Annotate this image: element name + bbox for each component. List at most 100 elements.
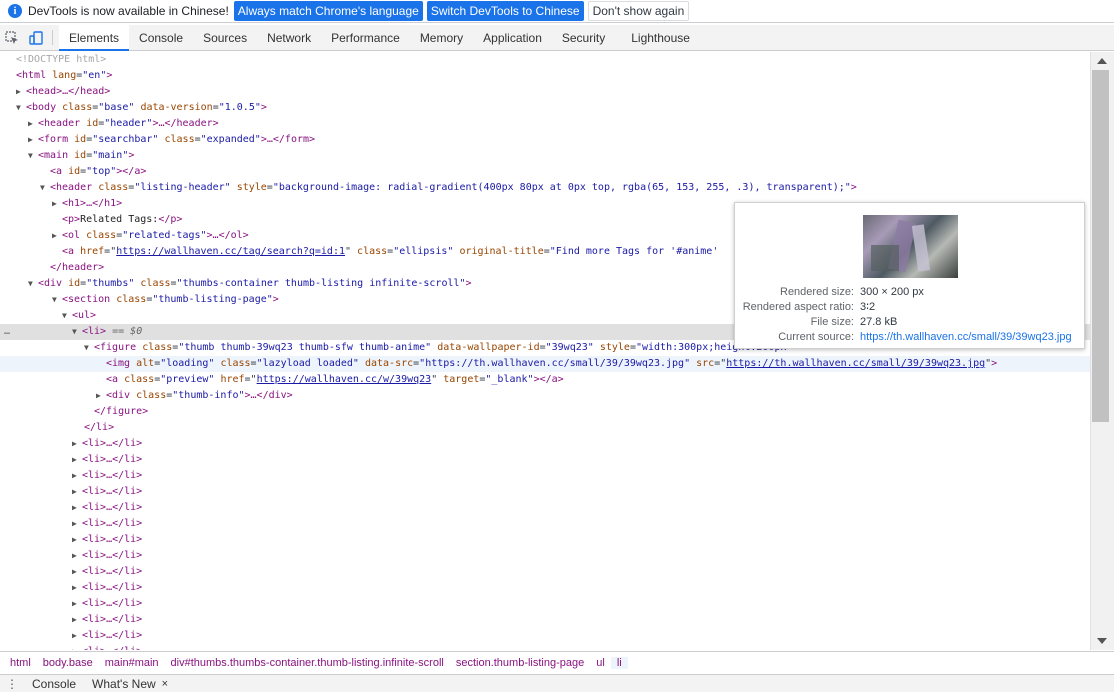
collapse-arrow-icon[interactable]: ▼ — [40, 180, 50, 196]
expand-arrow-icon[interactable]: ▶ — [72, 628, 82, 644]
tree-line-li-collapsed[interactable]: ▶<li>…</li> — [0, 436, 1090, 452]
tree-line-li-collapsed[interactable]: ▶<li>…</li> — [0, 644, 1090, 650]
switch-to-chinese-button[interactable]: Switch DevTools to Chinese — [426, 1, 584, 21]
tree-line-li-collapsed[interactable]: ▶<li>…</li> — [0, 484, 1090, 500]
tree-line-li-collapsed[interactable]: ▶<li>…</li> — [0, 500, 1090, 516]
scroll-down-arrow-icon[interactable] — [1097, 638, 1107, 644]
current-source-link[interactable]: https://th.wallhaven.cc/small/39/39wq23.… — [860, 330, 1072, 345]
tag-collapsed: <li>…</li> — [82, 502, 143, 513]
tree-line-li-collapsed[interactable]: ▶<li>…</li> — [0, 612, 1090, 628]
collapse-arrow-icon[interactable]: ▼ — [28, 148, 38, 164]
tab-elements[interactable]: Elements — [59, 25, 130, 51]
collapse-arrow-icon[interactable]: ▼ — [52, 292, 62, 308]
breadcrumb-item[interactable]: div#thumbs.thumbs-container.thumb-listin… — [165, 657, 450, 669]
more-options-icon[interactable]: … — [4, 324, 10, 340]
always-match-language-button[interactable]: Always match Chrome's language — [233, 1, 423, 21]
dont-show-again-button[interactable]: Don't show again — [587, 1, 690, 21]
breadcrumb-item[interactable]: body.base — [37, 657, 99, 669]
expand-arrow-icon[interactable]: ▶ — [72, 516, 82, 532]
attr-value: "main" — [92, 150, 129, 161]
tree-line-figure-close[interactable]: </figure> — [0, 404, 1090, 420]
tree-line-listing-header[interactable]: ▼ <header class="listing-header" style="b… — [0, 180, 1090, 196]
tree-line-li-collapsed[interactable]: ▶<li>…</li> — [0, 516, 1090, 532]
expand-arrow-icon[interactable]: ▶ — [52, 196, 62, 212]
href-link[interactable]: https://wallhaven.cc/w/39wq23 — [257, 374, 432, 385]
device-toolbar-icon[interactable] — [24, 25, 48, 50]
tree-line-li-collapsed[interactable]: ▶<li>…</li> — [0, 580, 1090, 596]
expand-arrow-icon[interactable]: ▶ — [72, 644, 82, 650]
expand-arrow-icon[interactable]: ▶ — [72, 532, 82, 548]
expand-arrow-icon[interactable]: ▶ — [28, 132, 38, 148]
collapse-arrow-icon[interactable]: ▼ — [28, 276, 38, 292]
elements-scrollbar[interactable] — [1090, 52, 1114, 650]
inspect-element-icon[interactable] — [0, 25, 24, 50]
tab-lighthouse[interactable]: Lighthouse — [615, 25, 700, 50]
tree-line-li-collapsed[interactable]: ▶<li>…</li> — [0, 468, 1090, 484]
tree-line-li-collapsed[interactable]: ▶<li>…</li> — [0, 532, 1090, 548]
tab-security[interactable]: Security — [552, 25, 615, 50]
tree-line-li-collapsed[interactable]: ▶<li>…</li> — [0, 548, 1090, 564]
tab-sources[interactable]: Sources — [193, 25, 257, 50]
tree-line-a-top[interactable]: <a id="top"></a> — [0, 164, 1090, 180]
collapse-arrow-icon[interactable]: ▼ — [84, 340, 94, 356]
tag-close: ></a> — [116, 166, 147, 177]
drawer-menu-icon[interactable]: ⋮ — [0, 678, 24, 690]
expand-arrow-icon[interactable]: ▶ — [72, 468, 82, 484]
tag-collapsed: <li>…</li> — [82, 550, 143, 561]
tree-line-body[interactable]: ▼ <body class="base" data-version="1.0.5"… — [0, 100, 1090, 116]
tree-line-main[interactable]: ▼ <main id="main"> — [0, 148, 1090, 164]
breadcrumb-item[interactable]: ul — [590, 657, 611, 669]
tree-line-head[interactable]: ▶ <head>…</head> — [0, 84, 1090, 100]
tab-performance[interactable]: Performance — [321, 25, 410, 50]
breadcrumb-item[interactable]: html — [4, 657, 37, 669]
tree-line-li-collapsed[interactable]: ▶<li>…</li> — [0, 596, 1090, 612]
expand-arrow-icon[interactable]: ▶ — [72, 484, 82, 500]
tab-network[interactable]: Network — [257, 25, 321, 50]
tree-line-li-collapsed[interactable]: ▶<li>…</li> — [0, 564, 1090, 580]
expand-arrow-icon[interactable]: ▶ — [16, 84, 26, 100]
attr-value: "lazyload loaded" — [256, 358, 359, 369]
collapse-arrow-icon[interactable]: ▼ — [72, 324, 82, 340]
href-link[interactable]: https://wallhaven.cc/tag/search?q=id:1 — [116, 246, 345, 257]
tree-line-header[interactable]: ▶ <header id="header">…</header> — [0, 116, 1090, 132]
breadcrumb-item[interactable]: main#main — [99, 657, 165, 669]
tree-line-li-close[interactable]: </li> — [0, 420, 1090, 436]
expand-arrow-icon[interactable]: ▶ — [72, 564, 82, 580]
expand-arrow-icon[interactable]: ▶ — [72, 580, 82, 596]
tree-line-html[interactable]: <html lang="en"> — [0, 68, 1090, 84]
tag-open: <a — [50, 166, 63, 177]
src-link[interactable]: https://th.wallhaven.cc/small/39/39wq23.… — [726, 358, 985, 369]
tree-line-doctype[interactable]: <!DOCTYPE html> — [0, 52, 1090, 68]
tree-line-form[interactable]: ▶ <form id="searchbar" class="expanded">…… — [0, 132, 1090, 148]
expand-arrow-icon[interactable]: ▶ — [72, 500, 82, 516]
expand-arrow-icon[interactable]: ▶ — [72, 452, 82, 468]
expand-arrow-icon[interactable]: ▶ — [72, 612, 82, 628]
collapse-arrow-icon[interactable]: ▼ — [16, 100, 26, 116]
tab-memory[interactable]: Memory — [410, 25, 473, 50]
close-icon[interactable]: × — [162, 678, 168, 690]
tree-line-a-preview[interactable]: <a class="preview" href="https://wallhav… — [0, 372, 1090, 388]
image-preview-thumbnail — [863, 215, 958, 278]
expand-arrow-icon[interactable]: ▶ — [72, 548, 82, 564]
attr-name: id — [74, 134, 87, 145]
breadcrumb-item-current[interactable]: li — [610, 656, 628, 669]
tree-line-img[interactable]: <img alt="loading" class="lazyload loade… — [0, 356, 1090, 372]
drawer-tab-whats-new[interactable]: What's New × — [84, 677, 176, 691]
expand-arrow-icon[interactable]: ▶ — [72, 436, 82, 452]
expand-arrow-icon[interactable]: ▶ — [52, 228, 62, 244]
collapse-arrow-icon[interactable]: ▼ — [62, 308, 72, 324]
tag-open: <ul> — [72, 310, 97, 321]
breadcrumb-item[interactable]: section.thumb-listing-page — [450, 657, 590, 669]
file-size-label: File size: — [810, 316, 854, 328]
scrollbar-thumb[interactable] — [1092, 70, 1109, 422]
expand-arrow-icon[interactable]: ▶ — [28, 116, 38, 132]
expand-arrow-icon[interactable]: ▶ — [72, 596, 82, 612]
tree-line-thumb-info[interactable]: ▶ <div class="thumb-info">…</div> — [0, 388, 1090, 404]
tree-line-li-collapsed[interactable]: ▶<li>…</li> — [0, 628, 1090, 644]
expand-arrow-icon[interactable]: ▶ — [96, 388, 106, 404]
scroll-up-arrow-icon[interactable] — [1097, 58, 1107, 64]
tree-line-li-collapsed[interactable]: ▶<li>…</li> — [0, 452, 1090, 468]
drawer-tab-console[interactable]: Console — [24, 677, 84, 691]
tab-console[interactable]: Console — [129, 25, 193, 50]
tab-application[interactable]: Application — [473, 25, 552, 50]
